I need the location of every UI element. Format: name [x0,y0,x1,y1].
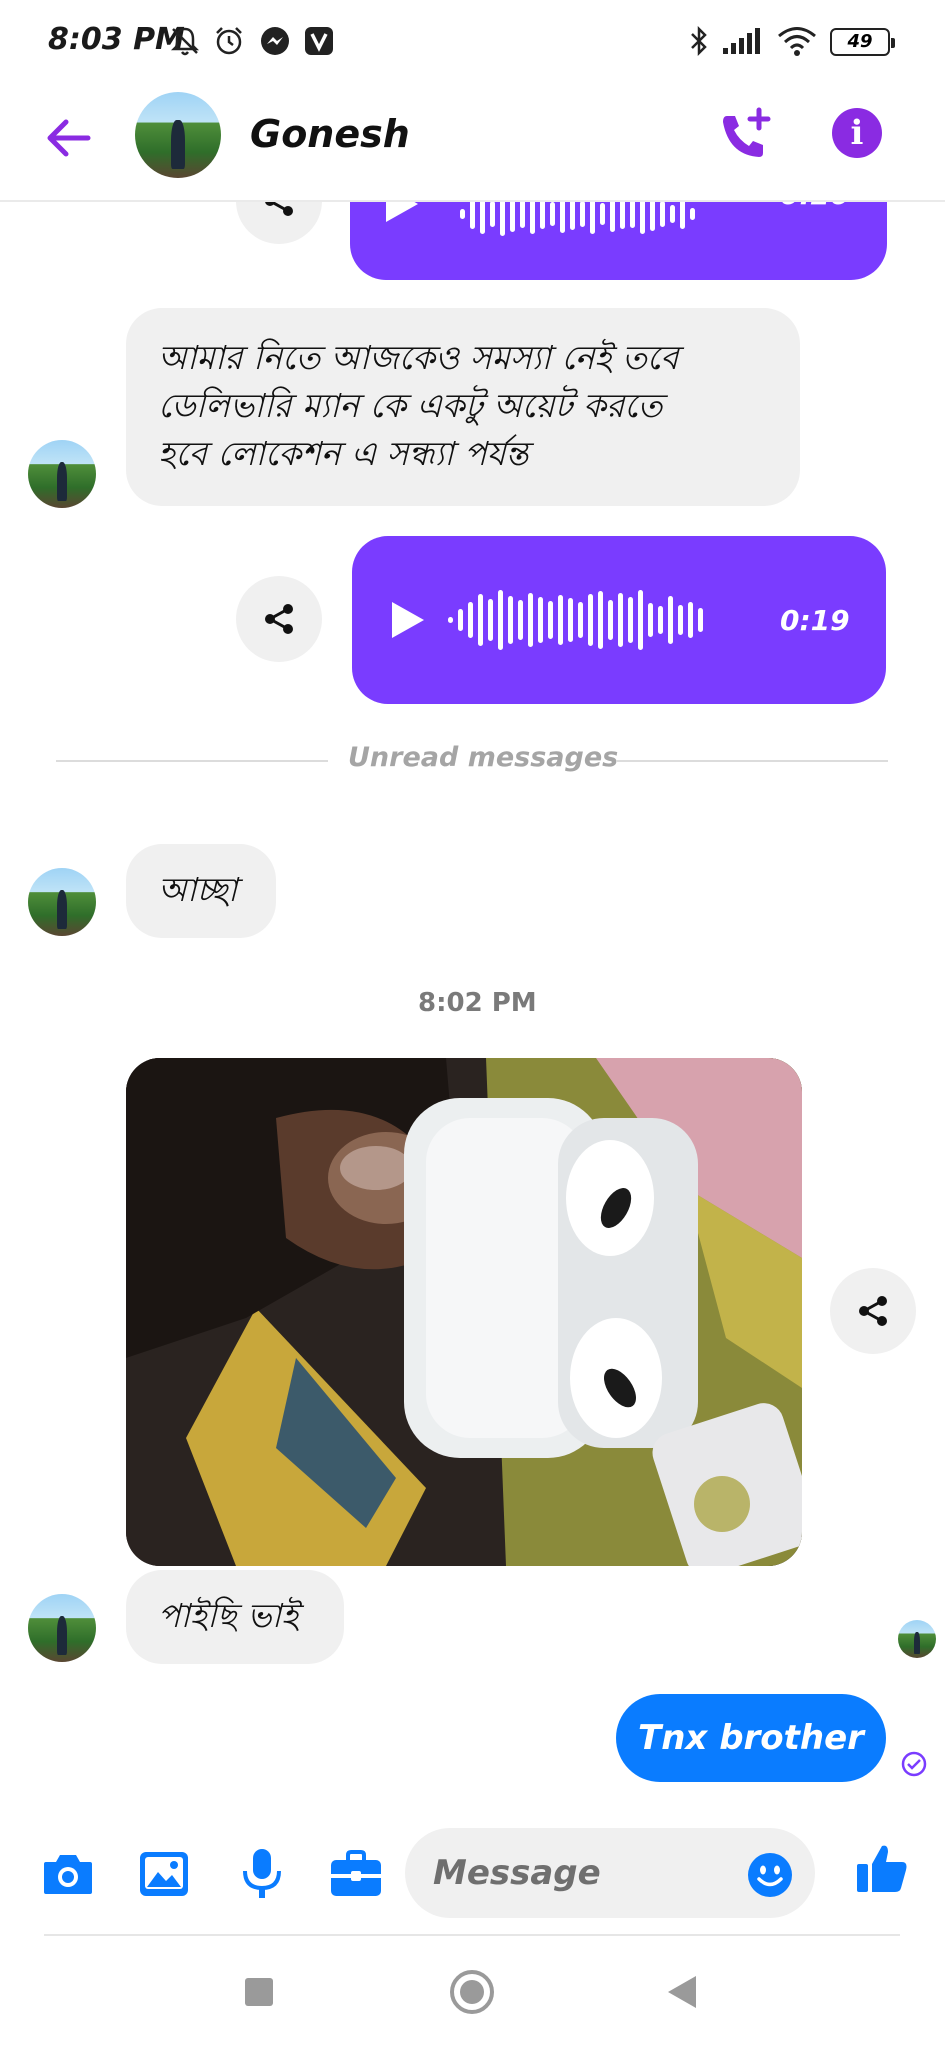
vpn-v-icon [302,24,336,58]
info-button[interactable]: i [832,108,882,158]
message-list[interactable]: 0:20 আমার নিতে আজকেও সমস্যা নেই তবে ডেলি… [0,202,945,1810]
divider-line [616,760,888,762]
wifi-icon [774,24,820,58]
message-text-line: হবে লোকেশন এ সন্ধ্যা পর্যন্ত [158,434,529,473]
play-icon[interactable] [392,602,424,638]
message-text: পাইছি ভাই [158,1596,299,1635]
signal-icon [720,24,766,58]
back-button[interactable] [668,1976,696,2008]
emoji-icon[interactable] [747,1852,793,1898]
battery-icon: 49 [830,28,895,56]
contact-avatar-small[interactable] [28,1594,96,1662]
status-time: 8:03 PM [48,22,185,57]
microphone-icon[interactable] [234,1846,290,1902]
contact-avatar-small[interactable] [28,440,96,508]
bluetooth-icon [684,24,714,58]
unread-divider-label: Unread messages [348,742,619,773]
conversation-header: Gonesh i [0,82,945,202]
share-button[interactable] [236,202,322,244]
airpods-photo [126,1058,802,1566]
messenger-icon [258,24,292,58]
home-button[interactable] [450,1970,494,2014]
audio-message[interactable]: 0:19 [352,536,886,704]
message-text-line: ডেলিভারি ম্যান কে একটু অয়েট করতে [158,386,663,425]
waveform [448,590,703,650]
sent-check-icon [900,1750,928,1778]
alarm-icon [212,24,246,58]
incoming-message-bubble[interactable]: আমার নিতে আজকেও সমস্যা নেই তবে ডেলিভারি … [126,308,800,506]
seen-indicator-avatar [898,1620,936,1658]
audio-message[interactable]: 0:20 [350,202,887,280]
play-icon[interactable] [386,202,418,222]
message-text: Tnx brother [638,1718,864,1758]
message-timestamp: 8:02 PM [418,988,537,1018]
add-call-icon[interactable] [715,106,775,166]
message-text-line: আমার নিতে আজকেও সমস্যা নেই তবে [158,338,679,377]
thumbs-up-icon[interactable] [854,1840,910,1896]
status-bar: 8:03 PM 49 [0,0,945,82]
back-arrow-icon[interactable] [40,110,96,166]
gallery-icon[interactable] [136,1846,192,1902]
incoming-message-bubble[interactable]: পাইছি ভাই [126,1570,344,1664]
contact-name[interactable]: Gonesh [250,112,410,156]
share-button[interactable] [236,576,322,662]
message-text: আচ্ছা [158,870,238,909]
divider-line [56,760,328,762]
share-button[interactable] [830,1268,916,1354]
mute-bell-icon [168,24,202,58]
waveform [460,202,695,244]
photo-message[interactable] [126,1058,802,1566]
outgoing-message-bubble[interactable]: Tnx brother [616,1694,886,1782]
contact-avatar-small[interactable] [28,868,96,936]
audio-duration: 0:20 [780,202,850,211]
camera-icon[interactable] [40,1846,96,1902]
recents-button[interactable] [245,1978,273,2006]
system-navigation-bar [0,1936,945,2048]
contact-avatar[interactable] [135,92,221,178]
incoming-message-bubble[interactable]: আচ্ছা [126,844,276,938]
audio-duration: 0:19 [780,604,850,637]
composer-bar [0,1812,945,1932]
briefcase-icon[interactable] [328,1846,384,1902]
